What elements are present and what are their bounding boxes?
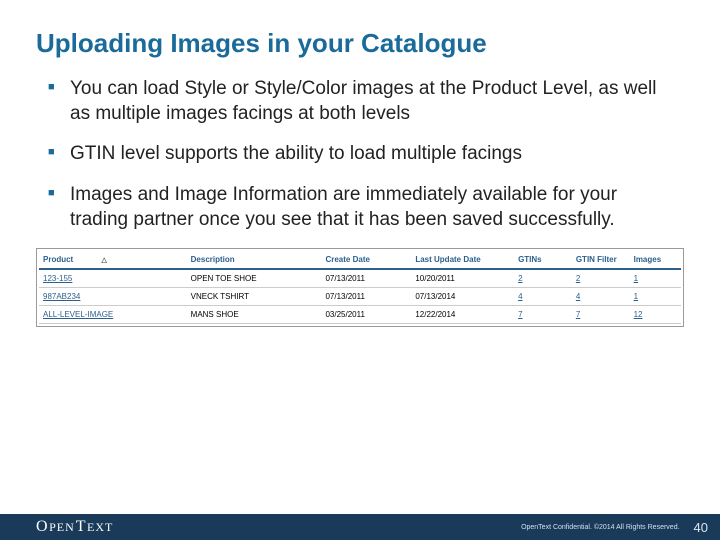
cell-description: VNECK TSHIRT xyxy=(187,288,322,306)
cell-images[interactable]: 1 xyxy=(630,269,681,288)
cell-images[interactable]: 12 xyxy=(630,306,681,324)
footer-right: OpenText Confidential. ©2014 All Rights … xyxy=(521,520,708,535)
bullet-item: You can load Style or Style/Color images… xyxy=(48,77,672,126)
col-last-update[interactable]: Last Update Date xyxy=(411,251,514,269)
cell-create-date: 03/25/2011 xyxy=(321,306,411,324)
product-table-container: Product △ Description Create Date Last U… xyxy=(36,248,684,327)
cell-product[interactable]: 987AB234 xyxy=(39,288,187,306)
sort-asc-icon[interactable]: △ xyxy=(101,256,106,264)
cell-gtin-filter[interactable]: 7 xyxy=(572,306,630,324)
cell-images[interactable]: 1 xyxy=(630,288,681,306)
table-header-row: Product △ Description Create Date Last U… xyxy=(39,251,681,269)
bullet-item: Images and Image Information are immedia… xyxy=(48,183,672,232)
logo-part: O xyxy=(36,518,48,536)
slide-title: Uploading Images in your Catalogue xyxy=(0,0,720,59)
cell-last-update: 12/22/2014 xyxy=(411,306,514,324)
cell-product[interactable]: ALL-LEVEL-IMAGE xyxy=(39,306,187,324)
cell-last-update: 07/13/2014 xyxy=(411,288,514,306)
page-number: 40 xyxy=(694,520,708,535)
logo-part: EXT xyxy=(87,520,113,535)
table-row: 123-155 OPEN TOE SHOE 07/13/2011 10/20/2… xyxy=(39,269,681,288)
bullet-item: GTIN level supports the ability to load … xyxy=(48,142,672,167)
col-description[interactable]: Description xyxy=(187,251,322,269)
cell-gtins[interactable]: 7 xyxy=(514,306,572,324)
col-images[interactable]: Images xyxy=(630,251,681,269)
bullet-list: You can load Style or Style/Color images… xyxy=(0,59,720,232)
table-row: ALL-LEVEL-IMAGE MANS SHOE 03/25/2011 12/… xyxy=(39,306,681,324)
cell-gtins[interactable]: 4 xyxy=(514,288,572,306)
cell-create-date: 07/13/2011 xyxy=(321,269,411,288)
product-table: Product △ Description Create Date Last U… xyxy=(39,251,681,324)
cell-last-update: 10/20/2011 xyxy=(411,269,514,288)
table-row: 987AB234 VNECK TSHIRT 07/13/2011 07/13/2… xyxy=(39,288,681,306)
footer-bar: OPENTEXT OpenText Confidential. ©2014 Al… xyxy=(0,514,720,540)
cell-product[interactable]: 123-155 xyxy=(39,269,187,288)
col-gtins[interactable]: GTINs xyxy=(514,251,572,269)
cell-gtin-filter[interactable]: 2 xyxy=(572,269,630,288)
cell-gtin-filter[interactable]: 4 xyxy=(572,288,630,306)
col-product-label: Product xyxy=(43,255,73,264)
cell-description: MANS SHOE xyxy=(187,306,322,324)
slide: Uploading Images in your Catalogue You c… xyxy=(0,0,720,540)
logo-part: T xyxy=(76,518,86,536)
col-product[interactable]: Product △ xyxy=(39,251,187,269)
confidential-text: OpenText Confidential. ©2014 All Rights … xyxy=(521,524,679,531)
cell-gtins[interactable]: 2 xyxy=(514,269,572,288)
col-gtin-filter[interactable]: GTIN Filter xyxy=(572,251,630,269)
cell-description: OPEN TOE SHOE xyxy=(187,269,322,288)
opentext-logo: OPENTEXT xyxy=(36,518,113,536)
cell-create-date: 07/13/2011 xyxy=(321,288,411,306)
logo-part: PEN xyxy=(49,520,75,535)
col-create-date[interactable]: Create Date xyxy=(321,251,411,269)
